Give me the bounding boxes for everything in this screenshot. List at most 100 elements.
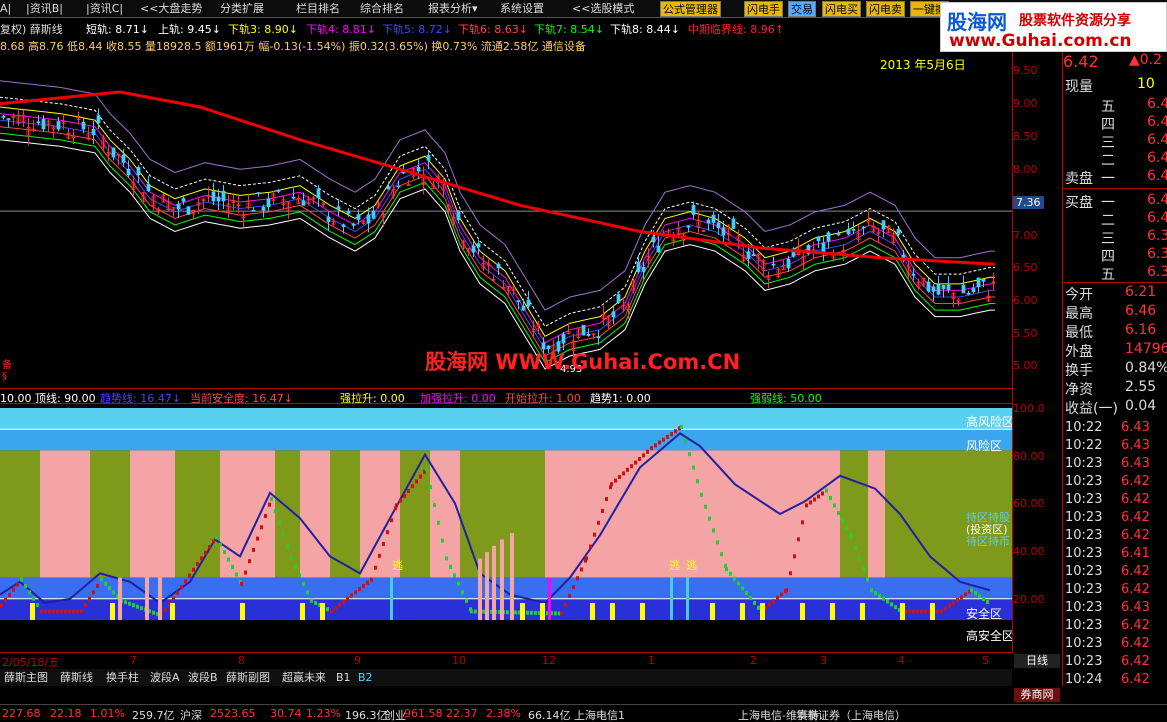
safety-bar [334,606,337,611]
signal-column [800,603,805,620]
candle-body [966,292,971,295]
candle-body [516,300,521,302]
safety-indicator-chart[interactable]: 高风险区 风险区 持区持股 (投资区) 待区持币 安全区 高安全区 逃 逃 逃 [0,405,1012,649]
tick-price: 6.42 [1121,510,1150,525]
signal-column [110,603,115,620]
safety-bar [235,572,238,577]
tick-price: 6.41 [1121,546,1150,561]
rail-value: 下轨3: 8.90↓ [228,23,298,36]
formula-tabs: 薛斯主图 薛斯线 换手柱 波段A 波段B 薛斯副图 超赢未来 B1 B2 [0,669,1012,686]
lower-rail [0,126,995,357]
safety-bar [52,609,55,614]
price-tick: 9.00 [1013,97,1038,110]
formula-tab[interactable]: 薛斯主图 [2,670,50,685]
signal-column [610,603,615,620]
safety-bar [196,562,199,567]
volume-value: 10 [1137,76,1155,92]
safety-bar [704,504,707,509]
safety-bar [403,493,406,498]
period-button[interactable]: 日线 [1014,654,1060,668]
safety-bar [956,598,959,603]
candle-body [216,196,221,202]
candle-body [861,226,866,229]
candle-body [656,245,661,253]
safety-bar [982,597,985,602]
tick-time: 10:24 [1065,672,1103,686]
menu-item[interactable]: |资讯B| [26,1,63,17]
divider [1063,282,1167,283]
safety-bar [817,494,820,499]
safety-bar [370,577,373,582]
menu-item[interactable]: <<选股模式 [572,1,634,17]
safety-bar [192,567,195,572]
safety-bar [310,598,313,603]
safety-bar [124,600,127,605]
safety-bar [630,464,633,469]
formula-tab[interactable]: 换手柱 [104,670,141,685]
candle-body [941,285,946,290]
safety-bar [568,593,571,598]
safety-bar [219,542,222,547]
broker-tab[interactable]: 券商网 [1014,688,1060,702]
zone-risk: 风险区 [966,439,1003,453]
candle-body [366,214,371,224]
price-tick: 5.50 [1013,327,1038,340]
index-value: 30.74 [270,707,302,720]
menu-item[interactable]: 分类扩展 [220,1,264,17]
candle-body [36,121,41,124]
formula-tab[interactable]: 薛斯线 [58,670,95,685]
stat-label: 最低 [1065,325,1093,341]
candle-body [821,242,826,252]
safety-bar [200,556,203,561]
formula-tab[interactable]: 超赢未来 [280,670,328,685]
safety-bar [780,592,783,597]
formula-tab[interactable]: B1 [334,670,353,685]
safety-bar [845,525,848,530]
menu-button[interactable]: 闪电买 [822,1,861,17]
safety-bar [866,577,869,582]
safety-bar [382,541,385,546]
date-tick: 5 [982,654,989,667]
formula-tab[interactable]: 波段B [186,670,220,685]
tick-price: 6.43 [1121,600,1150,615]
menu-button[interactable]: 交易 [788,1,816,17]
candle-body [901,254,906,258]
tick-price: 6.43 [1121,420,1150,435]
menu-item[interactable]: 综合排名 [360,1,404,17]
safety-bar [415,479,418,484]
safety-bar [419,474,422,479]
safety-bar [970,588,973,593]
escape-column [686,577,689,620]
indicator-value: 强弱线: 50.00 [750,392,822,405]
lower-rail [0,106,995,337]
safety-bar [785,588,788,593]
price-chart[interactable]: 2013 年5月6日 4.93 股海网 WWW.Guhai.Com.CN 备 § [0,52,1012,386]
formula-name: 复权) 薛斯线 [0,23,63,36]
menu-item[interactable]: 系统设置 [500,1,544,17]
menu-item[interactable]: 报表分析▾ [428,1,478,17]
zone-band [300,450,330,578]
safety-bar [286,544,289,549]
safety-bar [395,503,398,508]
formula-tab[interactable]: 波段A [148,670,182,685]
price-tick: 5.00 [1013,359,1038,372]
safety-bar [862,567,865,571]
menu-button[interactable]: 公式管理器 [660,1,721,17]
safety-bar [132,603,135,608]
date-tick: 1 [648,654,655,667]
menu-button[interactable]: 闪电手 [744,1,783,17]
formula-tab[interactable]: 薛斯副图 [224,670,272,685]
buy-level: 一 [1101,195,1115,211]
stat-label: 换手 [1065,363,1093,379]
menu-item[interactable]: 栏目排名 [296,1,340,17]
menu-item[interactable]: A| [0,1,11,17]
safety-bar [936,609,939,614]
menu-button[interactable]: 闪电卖 [866,1,905,17]
safety-bar [684,438,687,443]
safety-bar [407,488,410,493]
safety-bar [354,590,357,595]
menu-item[interactable]: <<大盘走势 [140,1,202,17]
formula-tab[interactable]: B2 [356,670,375,685]
menu-item[interactable]: |资讯C| [86,1,123,17]
stat-label: 净资 [1065,382,1093,398]
